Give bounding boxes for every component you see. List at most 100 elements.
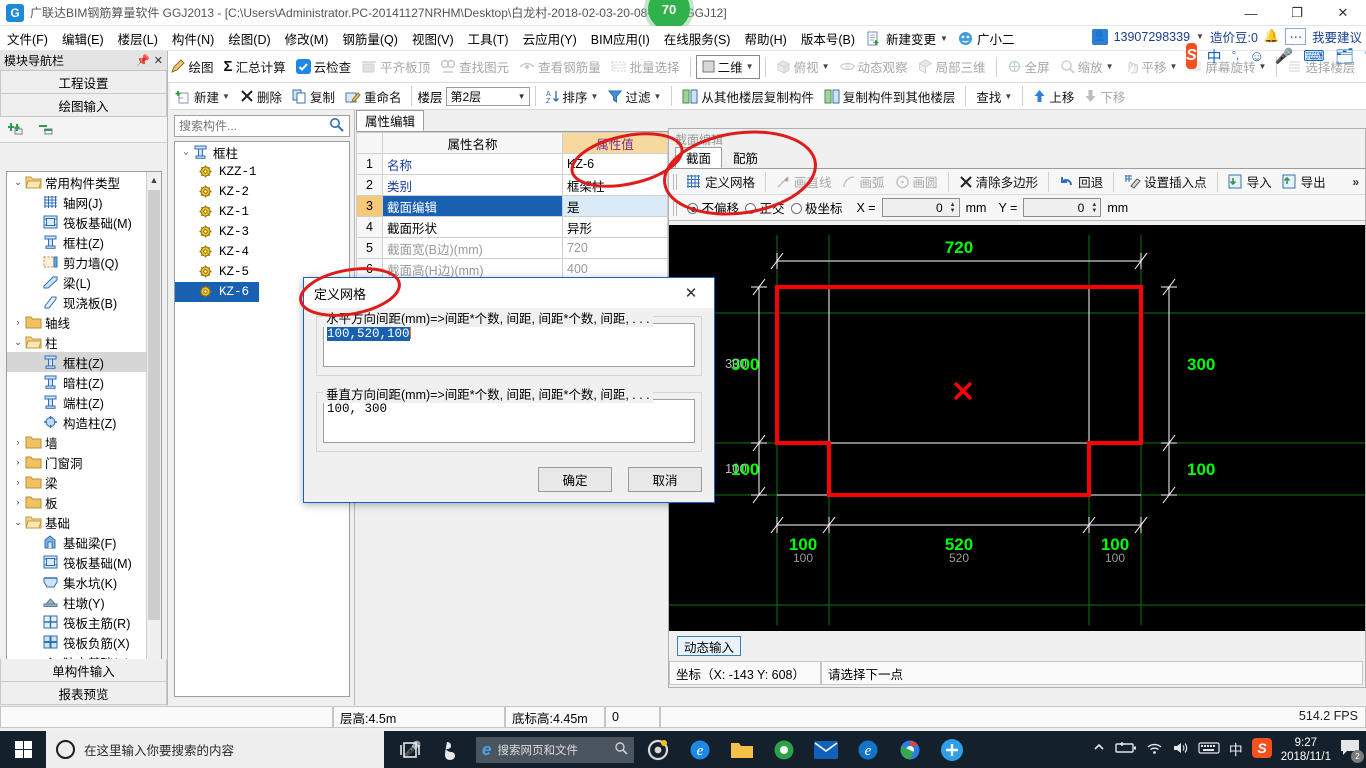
component-copy-button[interactable]: 复制 bbox=[287, 85, 340, 108]
filter-button[interactable]: 过滤 ▼ bbox=[603, 85, 666, 108]
tree-item-门窗洞[interactable]: › 门窗洞 bbox=[7, 452, 148, 472]
chevron-collapsed-icon[interactable]: › bbox=[11, 437, 25, 447]
dynamic-input-button[interactable]: 动态输入 bbox=[677, 636, 742, 656]
tree-item-常用构件类型[interactable]: ⌄ 常用构件类型 bbox=[7, 172, 148, 192]
draw-arc-button[interactable]: 画弧 bbox=[837, 170, 890, 193]
chevron-down-icon[interactable]: ▼ bbox=[222, 92, 230, 101]
tree-item-筏板基础(M)[interactable]: 筏板基础(M) bbox=[7, 212, 148, 232]
close-button[interactable]: ✕ bbox=[1320, 0, 1366, 26]
pin-icon[interactable]: 📌 bbox=[136, 54, 150, 67]
close-icon[interactable]: ✕ bbox=[154, 54, 163, 67]
chevron-down-icon[interactable]: ▼ bbox=[746, 62, 754, 71]
table-row[interactable]: 3 截面编辑是 bbox=[356, 195, 668, 217]
component-item-KZZ-1[interactable]: KZZ-1 bbox=[175, 162, 349, 182]
view-pan-button[interactable]: 平移 ▼ bbox=[1119, 55, 1183, 78]
view-fullscreen-button[interactable]: 全屏 bbox=[1002, 55, 1055, 78]
y-stepper[interactable]: ▲ ▼ bbox=[1088, 199, 1100, 216]
scrollbar-thumb[interactable] bbox=[148, 190, 160, 620]
export-button[interactable]: 导出 bbox=[1277, 170, 1331, 193]
tree-item-筏板主筋(R)[interactable]: 筏板主筋(R) bbox=[7, 612, 148, 632]
browser-icon[interactable] bbox=[766, 731, 802, 768]
radio-polar[interactable]: 极坐标 bbox=[790, 198, 843, 217]
menu-help[interactable]: 帮助(H) bbox=[737, 26, 793, 51]
ime-language-icon[interactable]: 中 bbox=[1229, 740, 1243, 760]
table-row[interactable]: 4 截面形状 异形 bbox=[356, 216, 668, 238]
component-search-box[interactable] bbox=[174, 115, 350, 137]
table-row[interactable]: 5 截面宽(B边)(mm) 720 bbox=[356, 237, 668, 259]
add-icon[interactable] bbox=[934, 731, 970, 768]
chevron-down-icon[interactable]: ▼ bbox=[653, 92, 661, 101]
component-rename-button[interactable]: 重命名 bbox=[340, 85, 407, 108]
component-delete-button[interactable]: 删除 bbox=[235, 85, 287, 108]
draw-line-button[interactable]: 画直线 bbox=[771, 170, 837, 193]
tree-item-梁(L)[interactable]: 梁(L) bbox=[7, 272, 148, 292]
chrome-alt-icon[interactable] bbox=[640, 731, 676, 768]
tree-item-现浇板(B)[interactable]: 现浇板(B) bbox=[7, 292, 148, 312]
scroll-up-icon[interactable]: ▲ bbox=[147, 172, 161, 188]
toolbar-summary-button[interactable]: Σ 汇总计算 bbox=[219, 55, 291, 78]
chevron-expanded-icon[interactable]: ⌄ bbox=[11, 337, 25, 348]
mail-icon[interactable] bbox=[808, 731, 844, 768]
vertical-spacing-input[interactable]: 100, 300 bbox=[323, 399, 695, 443]
menu-modify[interactable]: 修改(M) bbox=[278, 26, 336, 51]
ime-voice-icon[interactable]: 🎤 bbox=[1274, 47, 1293, 65]
component-item-KZ-4[interactable]: KZ-4 bbox=[175, 242, 349, 262]
radio-orthogonal[interactable]: 正交 bbox=[745, 198, 785, 217]
tab-section[interactable]: 截面 bbox=[675, 147, 723, 168]
component-item-KZ-2[interactable]: KZ-2 bbox=[175, 182, 349, 202]
property-value-cell[interactable]: 异形 bbox=[562, 216, 668, 238]
explorer-icon[interactable] bbox=[724, 731, 760, 768]
import-button[interactable]: 导入 bbox=[1223, 170, 1277, 193]
ime-punctuation-icon[interactable]: °, bbox=[1232, 50, 1239, 62]
sidebar-tab-project-settings[interactable]: 工程设置 bbox=[0, 71, 167, 94]
component-item-KZ-6[interactable]: KZ-6 bbox=[175, 282, 259, 302]
view-mode-button[interactable]: 二维 ▼ bbox=[695, 54, 760, 79]
tree-item-构造柱(Z)[interactable]: 构造柱(Z) bbox=[7, 412, 148, 432]
find-button[interactable]: 查找 ▼ bbox=[971, 85, 1017, 108]
tree-item-框柱(Z)[interactable]: 框柱(Z) bbox=[7, 232, 148, 252]
menu-view[interactable]: 视图(V) bbox=[405, 26, 461, 51]
sort-button[interactable]: AZ 排序 ▼ bbox=[541, 85, 604, 108]
radio-no-offset[interactable]: 不偏移 bbox=[687, 198, 739, 217]
ok-button[interactable]: 确定 bbox=[538, 467, 612, 492]
sogou-icon[interactable]: S bbox=[1186, 43, 1197, 69]
menu-tools[interactable]: 工具(T) bbox=[461, 26, 516, 51]
y-input[interactable]: 0 ▲ ▼ bbox=[1023, 198, 1102, 217]
ime-emoji-icon[interactable]: ☺ bbox=[1249, 48, 1264, 65]
ime-keyboard-icon[interactable]: ⌨ bbox=[1303, 47, 1325, 65]
tree-item-筏板基础(M)[interactable]: 筏板基础(M) bbox=[7, 552, 148, 572]
horizontal-spacing-input[interactable]: 100,520,100 bbox=[323, 323, 695, 367]
tree-item-剪力墙(Q)[interactable]: 剪力墙(Q) bbox=[7, 252, 148, 272]
search-icon[interactable] bbox=[614, 741, 628, 758]
tree-scrollbar[interactable]: ▲ ▼ bbox=[146, 172, 161, 700]
view-local3d-button[interactable]: 局部三维 bbox=[913, 55, 991, 78]
floor-select[interactable]: 第2层 ▼ bbox=[445, 86, 530, 106]
tree-item-暗柱(Z)[interactable]: 暗柱(Z) bbox=[7, 372, 148, 392]
menu-file[interactable]: 文件(F) bbox=[0, 26, 55, 51]
tree-item-基础[interactable]: ⌄ 基础 bbox=[7, 512, 148, 532]
assistant-button[interactable]: 广小二 bbox=[953, 29, 1020, 48]
menu-floor[interactable]: 楼层(L) bbox=[111, 26, 165, 51]
chevron-down-icon[interactable]: ▼ bbox=[591, 92, 599, 101]
move-up-button[interactable]: 上移 bbox=[1028, 85, 1079, 108]
ime-chinese-icon[interactable]: 中 bbox=[1207, 46, 1222, 67]
chevron-expanded-icon[interactable]: ⌄ bbox=[179, 147, 193, 157]
sidebar-tab-single-component[interactable]: 单构件输入 bbox=[0, 659, 167, 682]
tree-item-基础梁(F)[interactable]: 基础梁(F) bbox=[7, 532, 148, 552]
sidebar-tab-drawing-input[interactable]: 绘图输入 bbox=[0, 94, 167, 117]
toolbar-aligntop-button[interactable]: 平齐板顶 bbox=[356, 55, 435, 78]
menu-component[interactable]: 构件(N) bbox=[165, 26, 221, 51]
search-icon[interactable] bbox=[329, 117, 344, 135]
taskbar-search-box[interactable]: 在这里输入你要搜索的内容 🎤 bbox=[46, 731, 422, 768]
edge-search-box[interactable]: e 搜索网页和文件 bbox=[476, 736, 634, 763]
search-input[interactable] bbox=[175, 117, 315, 135]
view-orbit-button[interactable]: 动态观察 bbox=[835, 55, 913, 78]
move-down-button[interactable]: 下移 bbox=[1079, 85, 1130, 108]
toolbar-cloudcheck-button[interactable]: 云检查 bbox=[291, 55, 357, 78]
tree-item-墙[interactable]: › 墙 bbox=[7, 432, 148, 452]
new-change-button[interactable]: 新建变更 ▼ bbox=[862, 29, 953, 48]
chevron-collapsed-icon[interactable]: › bbox=[11, 317, 25, 327]
minimize-button[interactable]: — bbox=[1228, 0, 1274, 26]
close-icon[interactable]: ✕ bbox=[674, 279, 708, 307]
menu-draw[interactable]: 绘图(D) bbox=[221, 26, 277, 51]
